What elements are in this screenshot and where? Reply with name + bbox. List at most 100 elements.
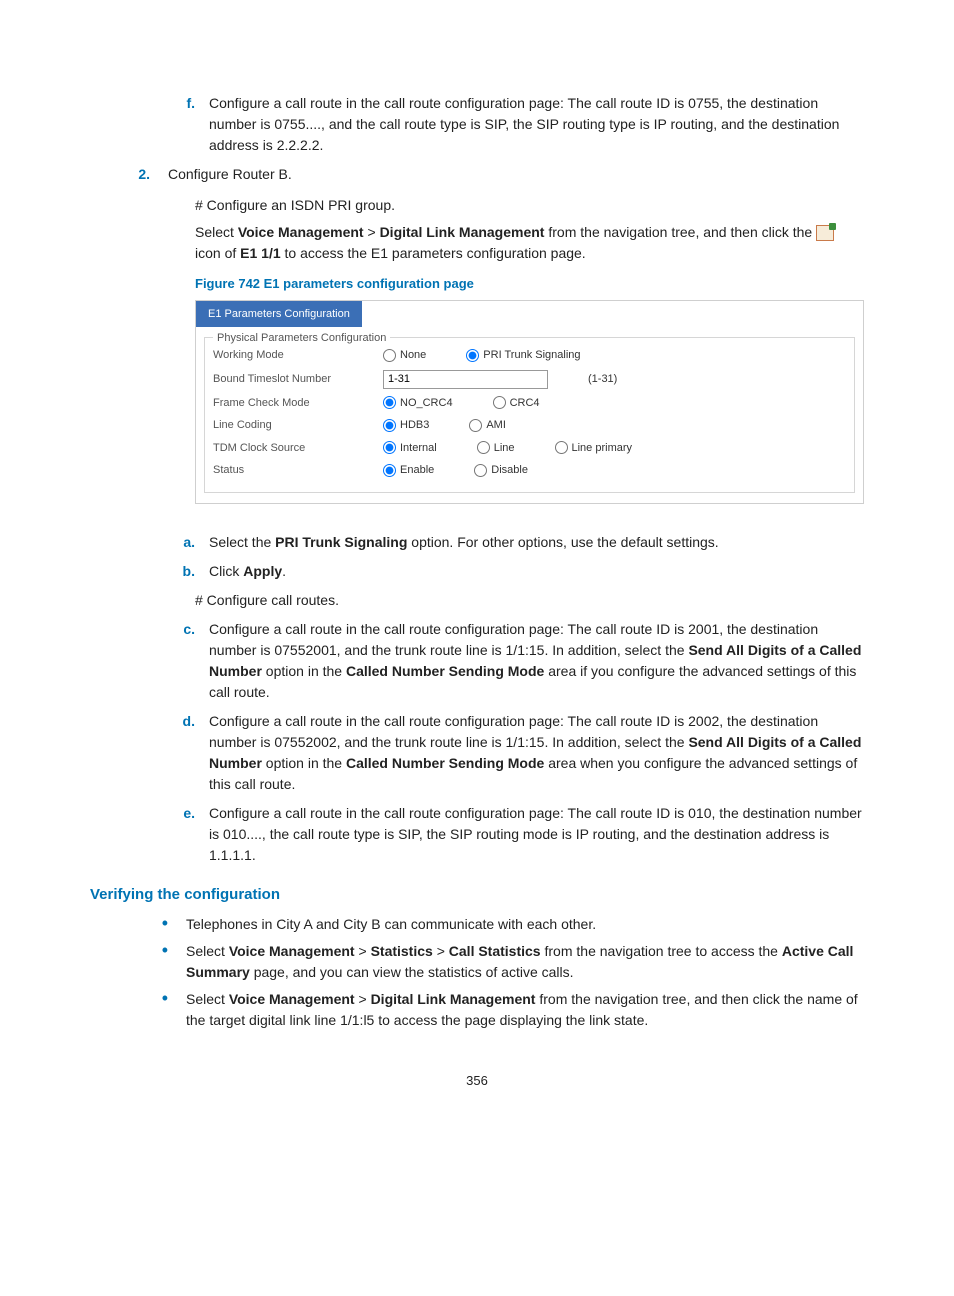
- text: from the navigation tree to access the: [541, 943, 782, 959]
- text: >: [364, 224, 380, 240]
- step-letter: e.: [90, 803, 209, 866]
- text: >: [433, 943, 449, 959]
- bold: Voice Management: [229, 943, 355, 959]
- step-e: e. Configure a call route in the call ro…: [90, 803, 864, 866]
- step-e-body: Configure a call route in the call route…: [209, 803, 864, 866]
- radio-line-primary[interactable]: Line primary: [555, 440, 633, 457]
- step-2-body: Configure Router B.: [168, 164, 864, 185]
- step-letter: a.: [90, 532, 209, 553]
- text: .: [282, 563, 286, 579]
- bound-timeslot-input[interactable]: [383, 370, 548, 389]
- fieldset-legend: Physical Parameters Configuration: [213, 330, 390, 347]
- label: Status: [213, 462, 383, 479]
- radio-pri-trunk[interactable]: PRI Trunk Signaling: [466, 347, 580, 364]
- hash-configure-routes: # Configure call routes.: [195, 590, 864, 611]
- row-bound-timeslot: Bound Timeslot Number (1-31): [213, 367, 846, 392]
- radio-label: Line: [494, 440, 515, 457]
- bold: Digital Link Management: [371, 991, 536, 1007]
- edit-icon: [816, 225, 834, 241]
- text: option. For other options, use the defau…: [407, 534, 718, 550]
- text: Select: [186, 991, 229, 1007]
- bullet-2: • Select Voice Management > Statistics >…: [90, 941, 864, 983]
- step-2-sub1: # Configure an ISDN PRI group.: [195, 195, 864, 216]
- step-f: f. Configure a call route in the call ro…: [90, 93, 864, 156]
- fieldset-physical: Physical Parameters Configuration Workin…: [204, 337, 855, 493]
- text: Select the: [209, 534, 275, 550]
- bold: Called Number Sending Mode: [346, 663, 544, 679]
- text: option in the: [262, 663, 346, 679]
- step-2: 2. Configure Router B.: [90, 164, 864, 185]
- label: Frame Check Mode: [213, 395, 383, 412]
- bullet-icon: •: [90, 914, 186, 935]
- bold: Apply: [243, 563, 282, 579]
- radio-none[interactable]: None: [383, 347, 426, 364]
- bullet-icon: •: [90, 989, 186, 1031]
- text: from the navigation tree, and then click…: [544, 224, 816, 240]
- radio-label: AMI: [486, 417, 506, 434]
- row-status: Status Enable Disable: [213, 459, 846, 482]
- bullet-body: Telephones in City A and City B can comm…: [186, 914, 864, 935]
- bold: Digital Link Management: [380, 224, 545, 240]
- bullet-3: • Select Voice Management > Digital Link…: [90, 989, 864, 1031]
- bold: PRI Trunk Signaling: [275, 534, 407, 550]
- radio-disable[interactable]: Disable: [474, 462, 528, 479]
- step-b: b. Click Apply.: [90, 561, 864, 582]
- text: Select: [195, 224, 238, 240]
- radio-label: HDB3: [400, 417, 429, 434]
- step-letter: c.: [90, 619, 209, 703]
- step-2-sub2: Select Voice Management > Digital Link M…: [195, 222, 864, 264]
- text: page, and you can view the statistics of…: [250, 964, 574, 980]
- radio-label: PRI Trunk Signaling: [483, 347, 580, 364]
- label: Working Mode: [213, 347, 383, 364]
- radio-crc4[interactable]: CRC4: [493, 395, 540, 412]
- bold: Call Statistics: [449, 943, 541, 959]
- radio-label: NO_CRC4: [400, 395, 453, 412]
- bold: Called Number Sending Mode: [346, 755, 544, 771]
- row-line-coding: Line Coding HDB3 AMI: [213, 414, 846, 437]
- row-frame-check: Frame Check Mode NO_CRC4 CRC4: [213, 392, 846, 415]
- hint: (1-31): [588, 371, 617, 388]
- radio-line[interactable]: Line: [477, 440, 515, 457]
- text: Click: [209, 563, 243, 579]
- bold: E1 1/1: [240, 245, 280, 261]
- bullet-1: • Telephones in City A and City B can co…: [90, 914, 864, 935]
- step-d: d. Configure a call route in the call ro…: [90, 711, 864, 795]
- heading-verifying: Verifying the configuration: [90, 884, 864, 907]
- page-number: 356: [90, 1071, 864, 1091]
- text: icon of: [195, 245, 240, 261]
- text: Select: [186, 943, 229, 959]
- radio-no-crc4[interactable]: NO_CRC4: [383, 395, 453, 412]
- figure-tab[interactable]: E1 Parameters Configuration: [196, 301, 362, 328]
- text: >: [355, 991, 371, 1007]
- step-f-body: Configure a call route in the call route…: [209, 93, 864, 156]
- radio-internal[interactable]: Internal: [383, 440, 437, 457]
- bold: Voice Management: [238, 224, 364, 240]
- radio-label: Line primary: [572, 440, 633, 457]
- radio-label: CRC4: [510, 395, 540, 412]
- label: Bound Timeslot Number: [213, 371, 383, 388]
- step-number: 2.: [90, 164, 168, 185]
- figure-caption: Figure 742 E1 parameters configuration p…: [195, 274, 864, 294]
- radio-label: None: [400, 347, 426, 364]
- step-a: a. Select the PRI Trunk Signaling option…: [90, 532, 864, 553]
- row-working-mode: Working Mode None PRI Trunk Signaling: [213, 344, 846, 367]
- text: >: [355, 943, 371, 959]
- figure-e1-params: E1 Parameters Configuration Physical Par…: [195, 300, 864, 504]
- radio-label: Internal: [400, 440, 437, 457]
- step-letter: b.: [90, 561, 209, 582]
- bullet-icon: •: [90, 941, 186, 983]
- label: TDM Clock Source: [213, 440, 383, 457]
- bold: Statistics: [371, 943, 433, 959]
- label: Line Coding: [213, 417, 383, 434]
- bold: Voice Management: [229, 991, 355, 1007]
- text: to access the E1 parameters configuratio…: [281, 245, 586, 261]
- radio-enable[interactable]: Enable: [383, 462, 434, 479]
- row-tdm-clock: TDM Clock Source Internal Line Line prim…: [213, 437, 846, 460]
- text: option in the: [262, 755, 346, 771]
- radio-label: Disable: [491, 462, 528, 479]
- step-letter: f.: [90, 93, 209, 156]
- radio-hdb3[interactable]: HDB3: [383, 417, 429, 434]
- step-c: c. Configure a call route in the call ro…: [90, 619, 864, 703]
- radio-label: Enable: [400, 462, 434, 479]
- radio-ami[interactable]: AMI: [469, 417, 506, 434]
